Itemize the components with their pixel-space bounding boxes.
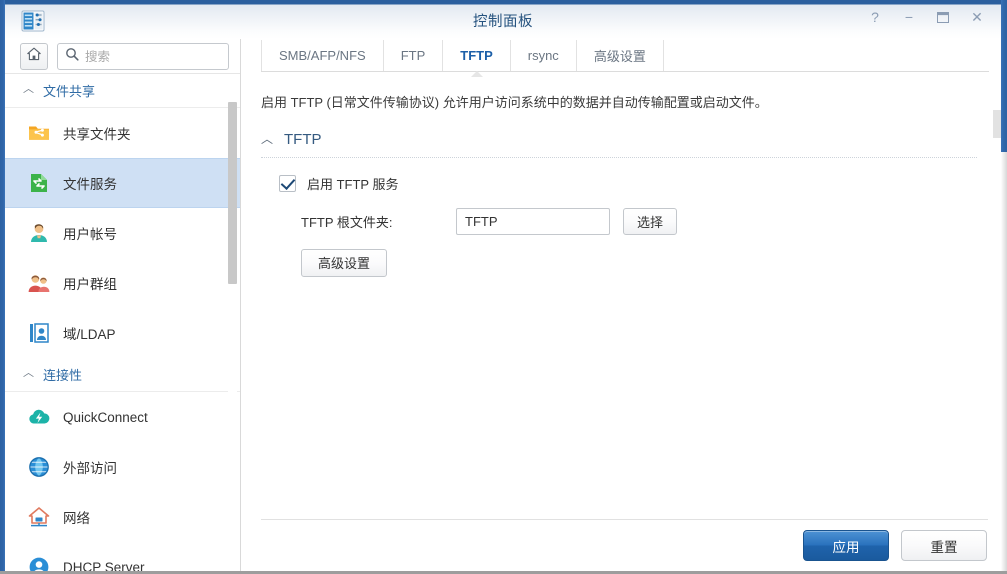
sidebar-item-label: 用户帐号: [63, 227, 117, 242]
sidebar-item-label: QuickConnect: [63, 409, 148, 425]
tab-tftp[interactable]: TFTP: [443, 40, 511, 71]
sidebar-item-network[interactable]: 网络: [5, 492, 240, 542]
help-button[interactable]: ?: [867, 9, 883, 25]
chevron-up-icon: ︿: [23, 367, 34, 379]
enable-tftp-checkbox[interactable]: [279, 174, 296, 192]
close-button[interactable]: ✕: [969, 9, 985, 25]
tftp-description: 启用 TFTP (日常文件传输协议) 允许用户访问系统中的数据并自动传输配置或启…: [261, 95, 768, 110]
advanced-settings-button[interactable]: 高级设置: [301, 248, 388, 277]
section-title: TFTP: [284, 130, 322, 148]
sidebar-item-file-services[interactable]: 文件服务: [5, 158, 240, 208]
sidebar-group-file-sharing[interactable]: ︿ 文件共享: [5, 74, 240, 108]
dhcp-server-icon: [27, 555, 51, 571]
tftp-root-folder-label: TFTP 根文件夹:: [301, 214, 393, 230]
enable-tftp-label: 启用 TFTP 服务: [307, 176, 399, 192]
user-account-icon: [27, 221, 51, 245]
shared-folder-icon: [27, 121, 51, 145]
sidebar-toolbar: [5, 39, 240, 74]
sidebar-item-domain-ldap[interactable]: 域/LDAP: [5, 308, 240, 358]
window-frame-right-lower: [1001, 152, 1007, 574]
sidebar: ︿ 文件共享 共享文件夹: [5, 39, 241, 571]
tftp-section-header[interactable]: ︿ TFTP: [261, 131, 977, 158]
window-title: 控制面板: [473, 14, 533, 30]
tftp-root-folder-row: TFTP 根文件夹: 选择: [301, 207, 977, 235]
file-services-icon: [27, 171, 51, 195]
footer-actions: 应用 重置: [242, 520, 1001, 571]
main-panel: SMB/AFP/NFS FTP TFTP rsync 高级设置 启用 TFTP …: [242, 39, 1001, 571]
chevron-up-icon: ︿: [261, 132, 274, 146]
main-scrollbar-thumb[interactable]: [993, 110, 1001, 138]
external-access-icon: [27, 455, 51, 479]
sidebar-item-dhcp-server[interactable]: DHCP Server: [5, 542, 240, 571]
sidebar-item-shared-folder[interactable]: 共享文件夹: [5, 108, 240, 158]
window-frame-right: [1001, 0, 1007, 152]
control-panel-window: 控制面板 ? − ✕ 搜索 ︿ 文件共享 共享文件夹 文件服务 用户帐号 用户群…: [0, 0, 1007, 574]
panel-body: 启用 TFTP (日常文件传输协议) 允许用户访问系统中的数据并自动传输配置或启…: [242, 72, 1001, 520]
minimize-button[interactable]: −: [901, 9, 917, 25]
title-bar[interactable]: 控制面板 ? − ✕: [5, 0, 1001, 39]
sidebar-item-label: 文件服务: [63, 177, 117, 192]
search-icon: [65, 47, 79, 66]
sidebar-item-label: 用户群组: [63, 277, 117, 292]
sidebar-scrollbar-thumb[interactable]: [228, 102, 237, 284]
sidebar-item-user-group[interactable]: 用户群组: [5, 258, 240, 308]
search-input[interactable]: [85, 49, 215, 64]
search-box[interactable]: [57, 43, 229, 70]
tab-ftp[interactable]: FTP: [384, 40, 444, 71]
window-frame-left: [0, 0, 5, 574]
maximize-button[interactable]: [935, 9, 951, 25]
tab-rsync[interactable]: rsync: [511, 40, 577, 71]
sidebar-item-label: 外部访问: [63, 461, 117, 476]
sidebar-item-quickconnect[interactable]: QuickConnect: [5, 392, 240, 442]
sidebar-group-label: 连接性: [43, 368, 83, 383]
network-icon: [27, 505, 51, 529]
sidebar-group-connectivity[interactable]: ︿ 连接性: [5, 358, 240, 392]
home-icon: [26, 46, 42, 67]
domain-ldap-icon: [27, 321, 51, 345]
sidebar-group-label: 文件共享: [43, 84, 96, 99]
reset-button[interactable]: 重置: [901, 530, 987, 561]
window-controls: ? − ✕: [867, 9, 985, 25]
tab-smb-afp-nfs[interactable]: SMB/AFP/NFS: [261, 40, 384, 71]
sidebar-item-user-account[interactable]: 用户帐号: [5, 208, 240, 258]
chevron-up-icon: ︿: [23, 83, 34, 95]
quickconnect-icon: [27, 405, 51, 429]
home-button[interactable]: [20, 43, 48, 70]
sidebar-scroll-area: ︿ 文件共享 共享文件夹 文件服务 用户帐号 用户群组 域/LDAP ︿ 连接性…: [5, 74, 240, 571]
enable-tftp-row[interactable]: 启用 TFTP 服务: [279, 174, 977, 193]
user-group-icon: [27, 271, 51, 295]
sidebar-item-label: 共享文件夹: [63, 127, 131, 142]
sidebar-item-label: 网络: [63, 511, 90, 526]
apply-button[interactable]: 应用: [803, 530, 889, 561]
sidebar-item-external-access[interactable]: 外部访问: [5, 442, 240, 492]
tftp-root-folder-input[interactable]: [456, 207, 610, 235]
tab-advanced-settings[interactable]: 高级设置: [577, 40, 664, 71]
sidebar-item-label: 域/LDAP: [63, 327, 116, 342]
tab-bar: SMB/AFP/NFS FTP TFTP rsync 高级设置: [261, 39, 989, 72]
browse-folder-button[interactable]: 选择: [623, 207, 678, 235]
sidebar-item-label: DHCP Server: [63, 559, 145, 572]
